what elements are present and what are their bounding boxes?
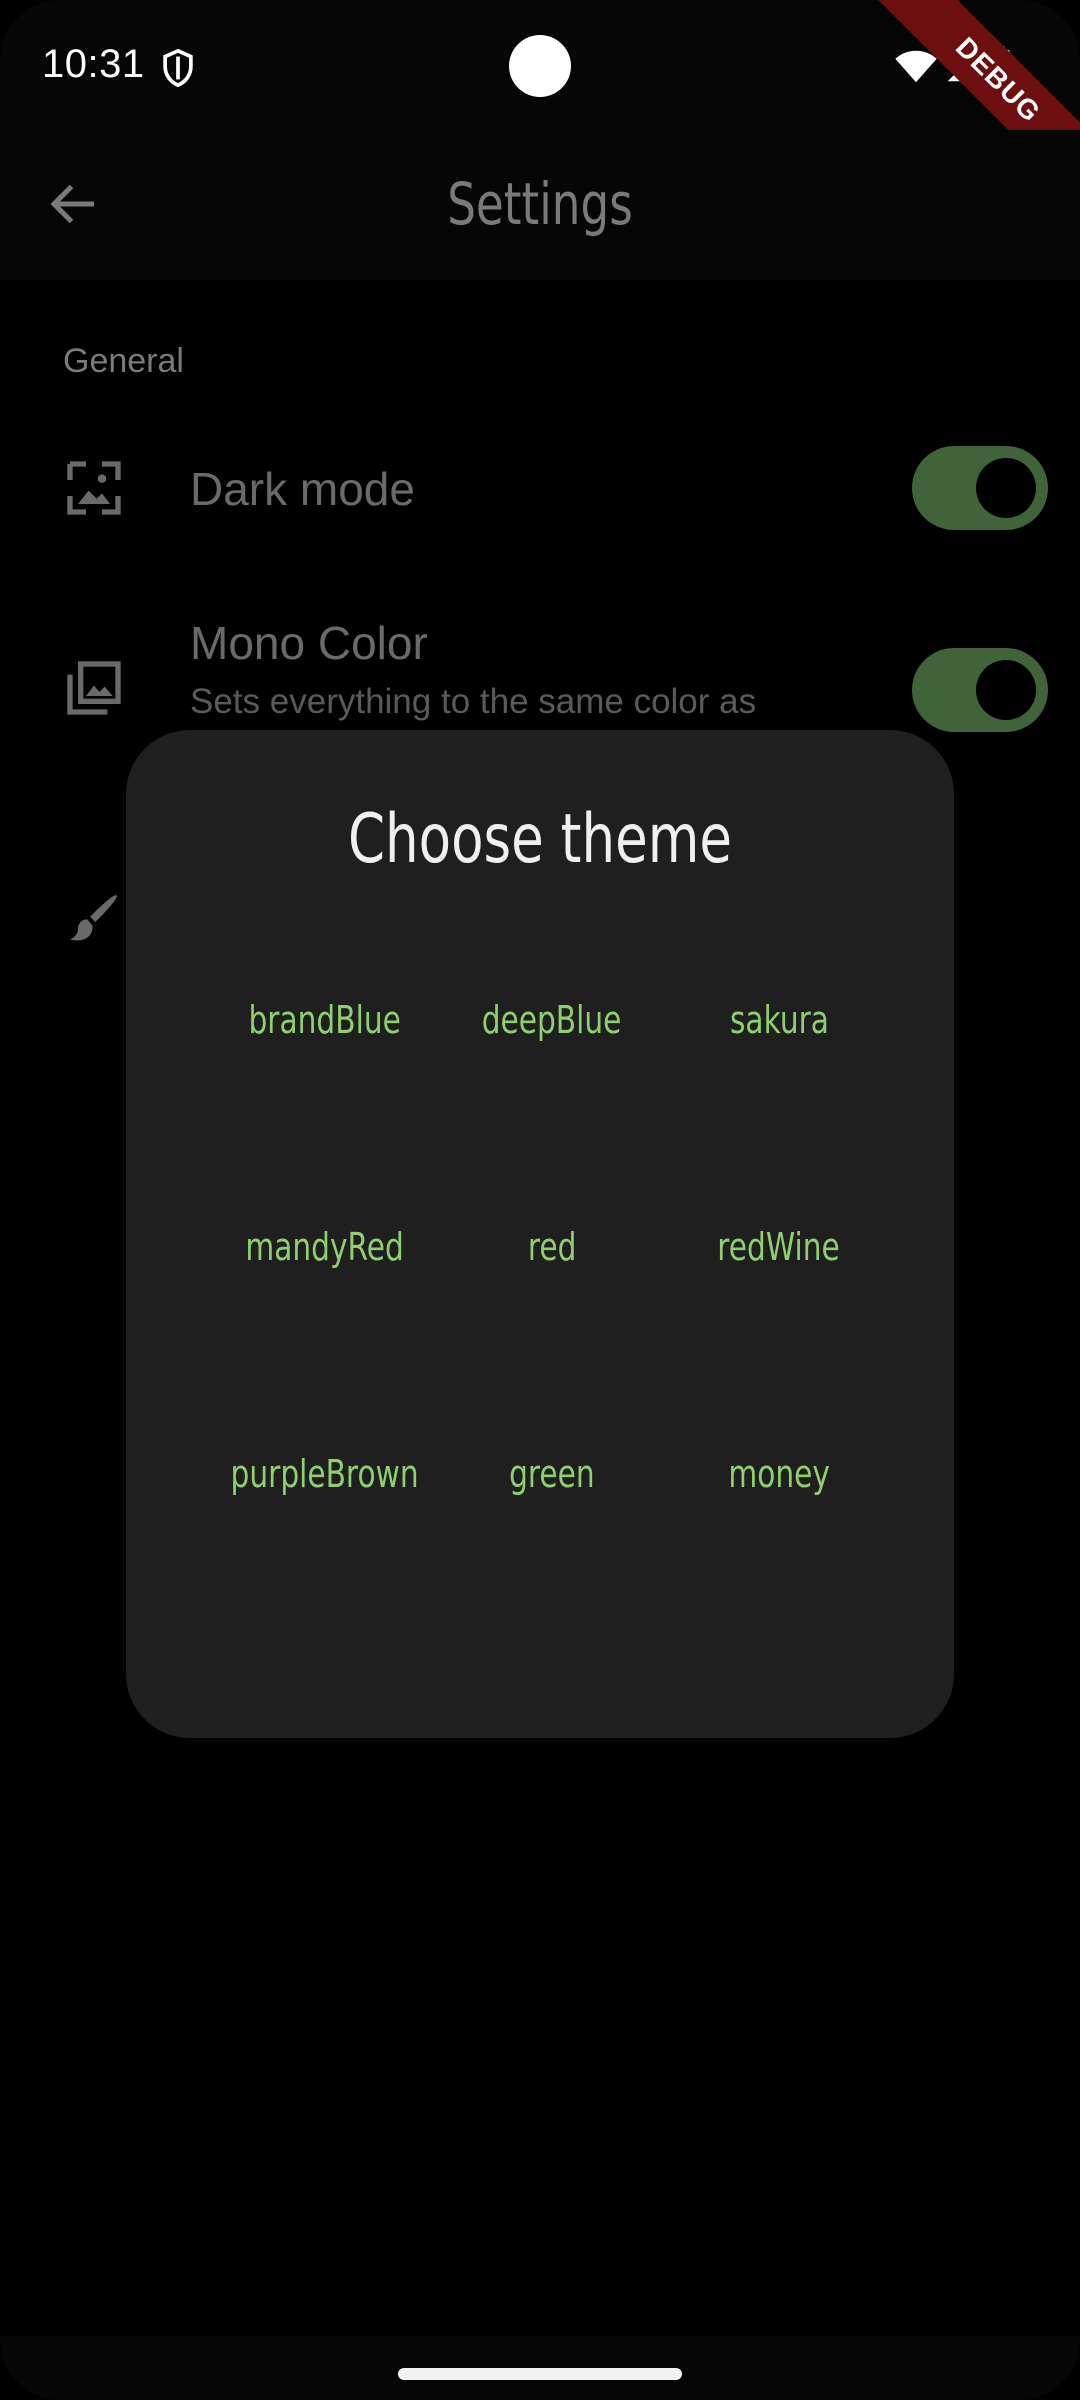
dialog-title: Choose theme (347, 800, 733, 879)
toggle-knob (976, 660, 1036, 720)
theme-option-purplebrown[interactable]: purpleBrown (212, 1424, 438, 1524)
setting-subtitle-mono-color: Sets everything to the same color as (190, 682, 757, 721)
brush-icon[interactable] (62, 886, 126, 950)
theme-option-mandyred[interactable]: mandyRed (212, 1197, 438, 1297)
toggle-knob (976, 458, 1036, 518)
setting-title-dark-mode: Dark mode (190, 463, 415, 515)
image-frame-icon (67, 461, 121, 515)
choose-theme-dialog: Choose theme brandBlue deepBlue sakura m… (126, 730, 954, 1738)
navigation-bar (0, 2336, 1080, 2400)
back-arrow-icon[interactable] (44, 174, 104, 234)
theme-option-redwine[interactable]: redWine (666, 1197, 892, 1297)
status-time: 10:31 (42, 42, 145, 86)
theme-option-green[interactable]: green (439, 1424, 665, 1524)
app-bar: Settings (0, 130, 1080, 280)
theme-option-brandblue[interactable]: brandBlue (212, 970, 438, 1070)
section-header-general: General (63, 342, 184, 380)
screen: 10:31 DEBUG Settings General Dark mode M… (0, 0, 1080, 2400)
photo-library-icon (67, 661, 121, 715)
theme-grid: brandBlue deepBlue sakura mandyRed red r… (212, 970, 892, 1650)
dark-mode-toggle[interactable] (912, 446, 1048, 530)
front-camera (509, 35, 571, 97)
mono-color-toggle[interactable] (912, 648, 1048, 732)
theme-option-deepblue[interactable]: deepBlue (439, 970, 665, 1070)
theme-option-money[interactable]: money (666, 1424, 892, 1524)
theme-option-red[interactable]: red (439, 1197, 665, 1297)
page-title: Settings (447, 170, 633, 238)
home-gesture-handle[interactable] (398, 2368, 682, 2380)
theme-option-sakura[interactable]: sakura (666, 970, 892, 1070)
shield-icon (163, 48, 193, 88)
setting-title-mono-color: Mono Color (190, 617, 428, 669)
